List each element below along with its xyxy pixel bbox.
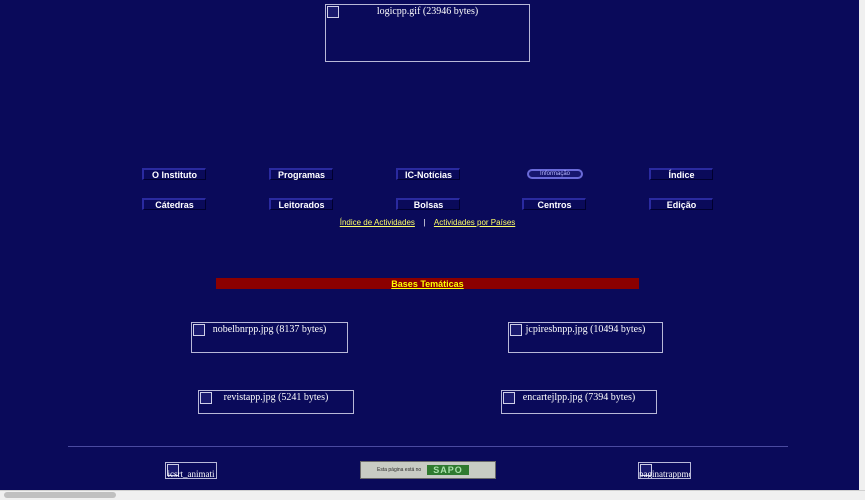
- revista-image-link[interactable]: revistapp.jpg (5241 bytes): [198, 390, 354, 414]
- nav-o-instituto[interactable]: O Instituto: [142, 168, 206, 180]
- nav-bolsas[interactable]: Bolsas: [396, 198, 460, 210]
- logo-image: logicpp.gif (23946 bytes): [325, 4, 530, 62]
- footer-left-image[interactable]: icsrt_animati: [165, 462, 217, 479]
- nobel-image-link[interactable]: nobelbnrpp.jpg (8137 bytes): [191, 322, 348, 353]
- nav-informacao[interactable]: Informação: [527, 169, 583, 179]
- sapo-logo: SAPO: [427, 465, 469, 475]
- footer-right-image[interactable]: paginatrappmd: [638, 462, 691, 479]
- activity-links: Índice de Actividades | Actividades por …: [0, 215, 855, 229]
- footer-divider: [68, 446, 788, 447]
- nav-catedras[interactable]: Cátedras: [142, 198, 206, 210]
- vertical-scrollbar[interactable]: [859, 0, 865, 491]
- sapo-text: Esta página está no: [377, 467, 422, 473]
- nav-indice[interactable]: Índice: [649, 168, 713, 180]
- sapo-badge[interactable]: Esta página está no SAPO: [360, 461, 496, 479]
- activities-index-link[interactable]: Índice de Actividades: [340, 218, 415, 227]
- link-separator: |: [423, 218, 426, 227]
- nav-ic-noticias[interactable]: IC-Notícias: [396, 168, 460, 180]
- nav-leitorados[interactable]: Leitorados: [269, 198, 333, 210]
- horizontal-scrollbar-thumb[interactable]: [4, 492, 116, 498]
- horizontal-scrollbar[interactable]: [0, 490, 865, 500]
- bases-tematicas-link[interactable]: Bases Temáticas: [391, 279, 463, 289]
- nav-centros[interactable]: Centros: [522, 198, 586, 210]
- nav-programas[interactable]: Programas: [269, 168, 333, 180]
- jcpires-image-link[interactable]: jcpiresbnpp.jpg (10494 bytes): [508, 322, 663, 353]
- activities-by-country-link[interactable]: Actividades por Países: [434, 218, 515, 227]
- nav-edicao[interactable]: Edição: [649, 198, 713, 210]
- encarte-image-link[interactable]: encartejlpp.jpg (7394 bytes): [501, 390, 657, 414]
- bases-tematicas-banner[interactable]: Bases Temáticas: [216, 278, 639, 289]
